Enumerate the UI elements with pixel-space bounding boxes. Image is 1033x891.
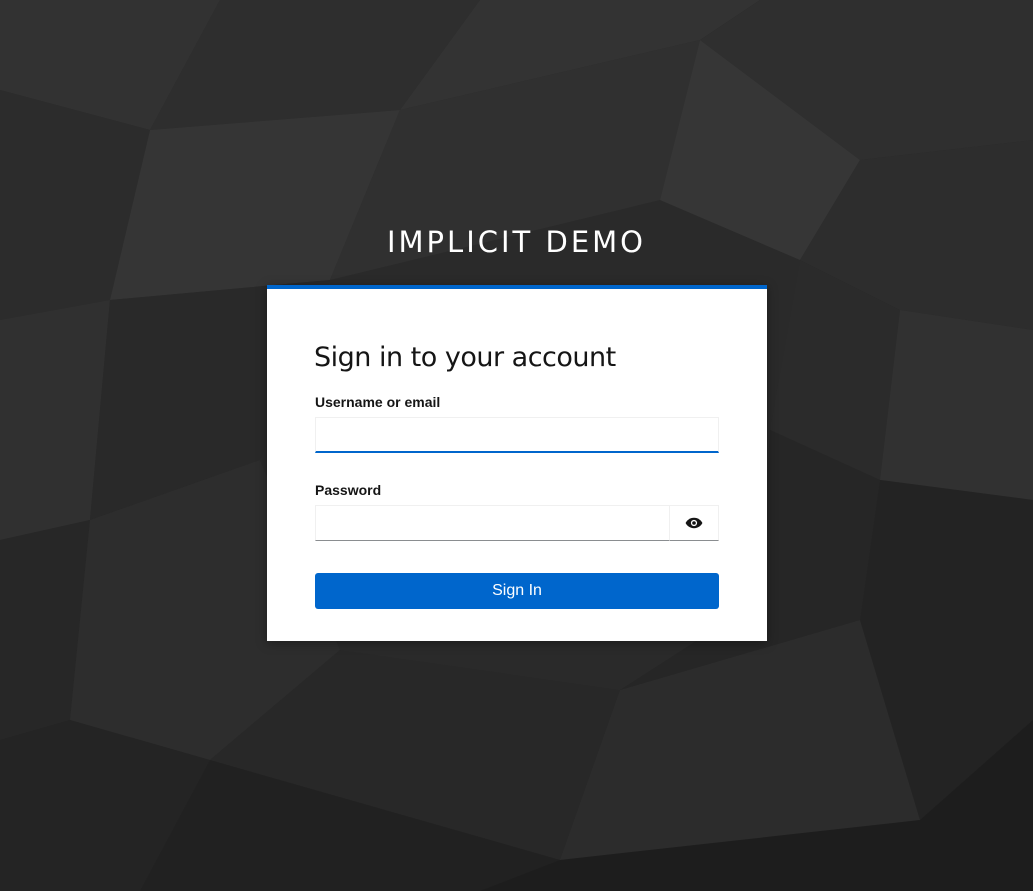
sign-in-button[interactable]: Sign In	[315, 573, 719, 609]
password-input[interactable]	[315, 505, 670, 541]
realm-title: IMPLICIT DEMO	[386, 225, 646, 259]
eye-icon	[685, 517, 703, 529]
password-group	[315, 505, 719, 541]
username-label: Username or email	[315, 394, 441, 410]
login-card: Sign in to your account Username or emai…	[267, 285, 767, 641]
page-title: Sign in to your account	[314, 342, 616, 373]
show-password-button[interactable]	[669, 505, 719, 541]
username-input[interactable]	[315, 417, 719, 453]
password-label: Password	[315, 482, 382, 498]
